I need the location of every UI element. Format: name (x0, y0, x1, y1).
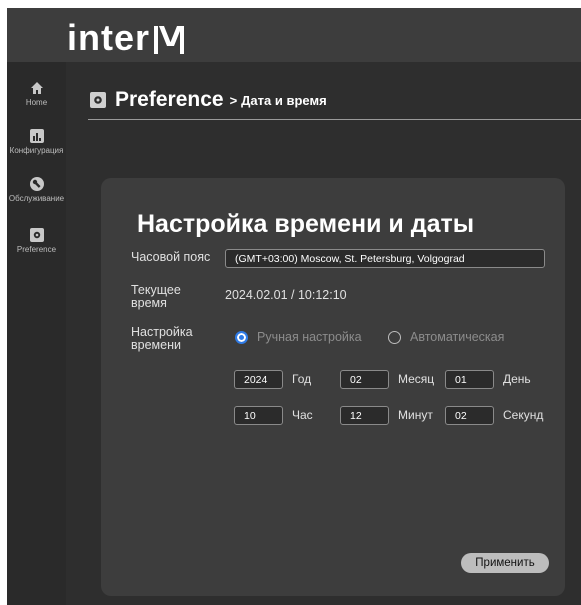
auto-mode-label: Автоматическая (410, 330, 505, 344)
datetime-settings-panel: Настройка времени и даты Часовой пояс (G… (101, 178, 565, 596)
day-unit: День (503, 372, 531, 386)
brand-logo: inter (67, 14, 185, 58)
page-subtitle: Дата и время (241, 92, 327, 108)
wrench-icon (29, 177, 44, 191)
hour-input[interactable]: 10 (234, 406, 283, 425)
sidebar-item-label: Home (25, 98, 48, 107)
current-time-label: Текущее время (131, 283, 181, 310)
sidebar-item-label: Обслуживание (8, 194, 65, 203)
auto-mode-radio[interactable]: Автоматическая (388, 330, 504, 344)
main-content: Preference > Дата и время Настройка врем… (66, 62, 581, 605)
sidebar-item-label: Конфигурация (9, 146, 64, 155)
gear-icon (29, 228, 44, 242)
time-setting-label: Настройка времени (131, 325, 193, 352)
timezone-select[interactable]: (GMT+03:00) Moscow, St. Petersburg, Volg… (225, 249, 545, 268)
home-icon (30, 82, 43, 94)
sidebar-item-preference[interactable]: Preference (7, 228, 66, 254)
manual-mode-label: Ручная настройка (257, 330, 362, 344)
sidebar: Home Конфигурация Обслуживание Preferenc… (7, 62, 66, 605)
radio-unselected[interactable] (388, 330, 401, 344)
year-input[interactable]: 2024 (234, 370, 283, 389)
title-divider (88, 119, 581, 120)
m-logo-mark-icon (154, 26, 185, 54)
apply-button[interactable]: Применить (461, 553, 549, 573)
hour-unit: Час (292, 408, 313, 422)
page-title: Preference > Дата и время (90, 88, 327, 112)
current-time-value: 2024.02.01 / 10:12:10 (225, 288, 347, 302)
minute-unit: Минут (398, 408, 433, 422)
second-input[interactable]: 02 (445, 406, 494, 425)
top-bar: inter (7, 8, 581, 62)
sidebar-item-configuration[interactable]: Конфигурация (7, 129, 66, 155)
month-unit: Месяц (398, 372, 435, 386)
day-input[interactable]: 01 (445, 370, 494, 389)
manual-mode-radio[interactable]: Ручная настройка (235, 330, 362, 344)
gear-icon (90, 92, 106, 108)
logo-text: inter (67, 17, 151, 58)
minute-input[interactable]: 12 (340, 406, 389, 425)
sidebar-item-label: Preference (16, 245, 57, 254)
second-unit: Секунд (503, 408, 544, 422)
breadcrumb-separator: > (229, 92, 238, 108)
month-input[interactable]: 02 (340, 370, 389, 389)
app-window: inter Home Конфигурация Обслуживание Pre… (7, 8, 581, 605)
radio-selected[interactable] (235, 330, 248, 344)
sidebar-item-home[interactable]: Home (7, 81, 66, 107)
page-title-main: Preference (115, 88, 224, 111)
timezone-label: Часовой пояс (131, 250, 211, 264)
year-unit: Год (292, 372, 312, 386)
sidebar-item-maintenance[interactable]: Обслуживание (7, 177, 66, 203)
panel-title: Настройка времени и даты (137, 210, 475, 238)
chart-icon (29, 129, 44, 143)
